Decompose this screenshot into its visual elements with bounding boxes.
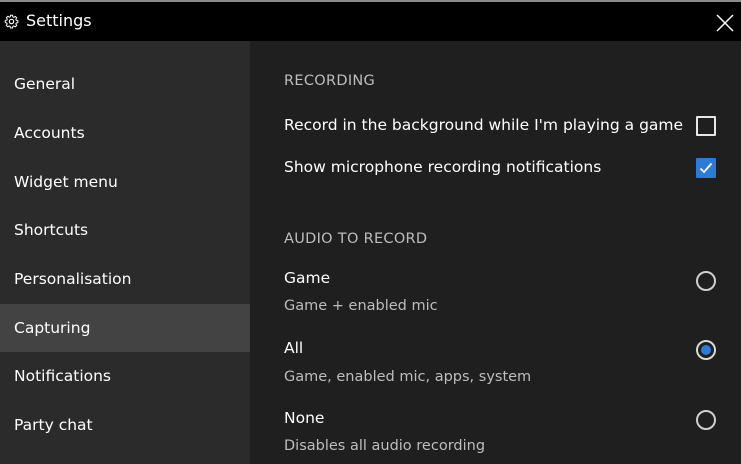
audio-section-header: AUDIO TO RECORD: [284, 231, 428, 247]
audio-option-all-title: All: [284, 339, 304, 357]
sidebar-item-capturing[interactable]: Capturing: [0, 304, 250, 352]
sidebar-item-label: Accounts: [14, 124, 85, 142]
audio-option-game-description: Game + enabled mic: [284, 298, 438, 314]
close-icon: [712, 14, 738, 40]
radio-selected-dot: [701, 345, 711, 355]
sidebar-item-party-chat[interactable]: Party chat: [0, 401, 250, 449]
sidebar-item-label: Shortcuts: [14, 221, 89, 239]
sidebar-item-label: Notifications: [14, 367, 112, 385]
sidebar-item-label: Capturing: [14, 319, 91, 337]
record-background-checkbox[interactable]: [696, 116, 716, 136]
audio-option-game-title: Game: [284, 269, 331, 287]
audio-option-all-radio[interactable]: [696, 340, 716, 360]
sidebar-item-personalisation[interactable]: Personalisation: [0, 255, 250, 303]
sidebar-item-shortcuts[interactable]: Shortcuts: [0, 206, 250, 254]
sidebar-item-general[interactable]: General: [0, 60, 250, 108]
capturing-settings-panel: RECORDING Record in the background while…: [250, 41, 741, 464]
audio-option-none-title: None: [284, 409, 325, 427]
sidebar-item-accounts[interactable]: Accounts: [0, 109, 250, 157]
audio-option-none-description: Disables all audio recording: [284, 438, 486, 454]
audio-option-game-radio[interactable]: [696, 271, 716, 291]
settings-window: Settings General Accounts Widget menu Sh…: [0, 0, 741, 464]
sidebar-item-widget-menu[interactable]: Widget menu: [0, 158, 250, 206]
recording-section-header: RECORDING: [284, 73, 376, 89]
mic-notifications-checkbox[interactable]: [696, 158, 716, 178]
sidebar-item-label: General: [14, 75, 76, 93]
settings-sidebar: General Accounts Widget menu Shortcuts P…: [0, 41, 250, 464]
audio-option-all-description: Game, enabled mic, apps, system: [284, 369, 532, 385]
close-button[interactable]: [712, 10, 738, 36]
sidebar-item-label: Personalisation: [14, 270, 132, 288]
sidebar-item-label: Party chat: [14, 416, 93, 434]
gear-icon: [4, 14, 19, 29]
sidebar-item-label: Widget menu: [14, 173, 118, 191]
sidebar-item-notifications[interactable]: Notifications: [0, 352, 250, 400]
audio-option-none-radio[interactable]: [696, 410, 716, 430]
window-title: Settings: [26, 11, 92, 30]
record-background-label: Record in the background while I'm playi…: [284, 116, 684, 134]
mic-notifications-label: Show microphone recording notifications: [284, 158, 602, 176]
title-bar: Settings: [0, 2, 741, 41]
